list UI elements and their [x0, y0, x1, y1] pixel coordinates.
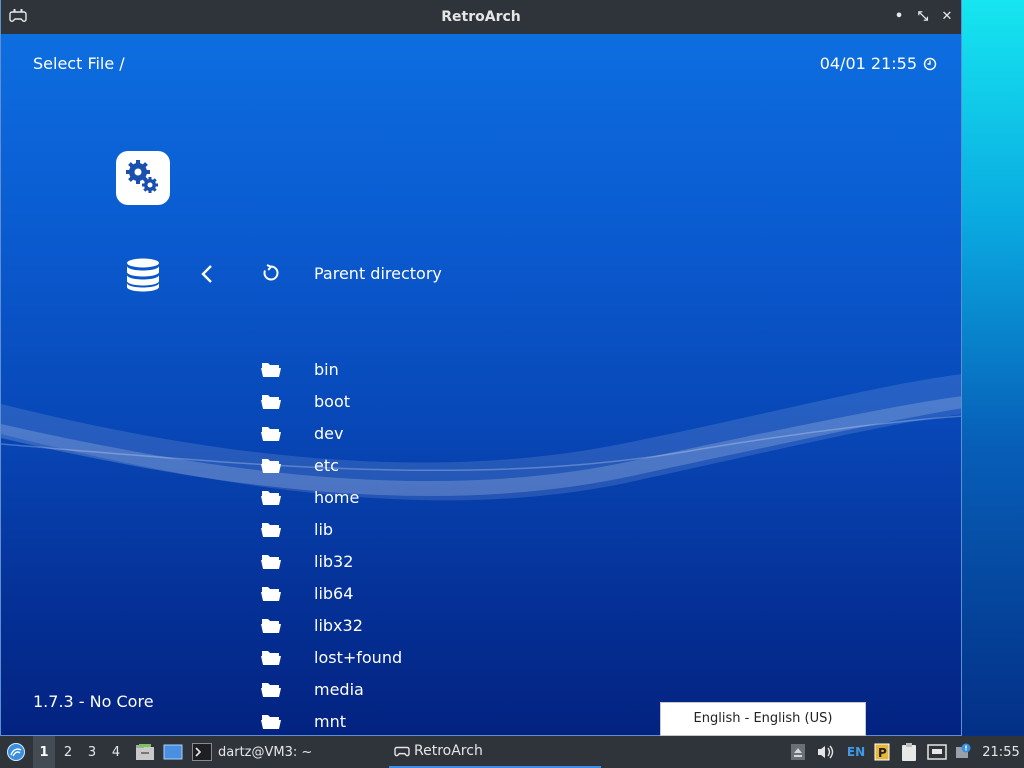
background-ribbon: [1, 374, 961, 501]
volume-icon[interactable]: [815, 742, 835, 762]
minimize-button[interactable]: •: [890, 8, 908, 26]
datetime-text: 04/01 21:55: [819, 54, 917, 73]
folder-item[interactable]: libx32: [259, 611, 363, 639]
folder-label: lost+found: [314, 647, 403, 667]
version-label: 1.7.3 - No Core: [33, 692, 154, 711]
folder-item[interactable]: dev: [259, 419, 343, 447]
parent-directory-item[interactable]: Parent directory: [259, 259, 442, 287]
folder-item[interactable]: lib32: [259, 547, 353, 575]
folder-label: lib32: [314, 551, 354, 571]
parent-directory-label: Parent directory: [314, 263, 442, 283]
file-manager-icon: [136, 744, 154, 760]
svg-text:P: P: [878, 746, 887, 760]
folder-icon: [259, 519, 283, 539]
folder-item[interactable]: etc: [259, 451, 339, 479]
window-titlebar[interactable]: RetroArch • ⤡ ✕: [1, 0, 961, 34]
folder-icon: [259, 391, 283, 411]
language-tooltip: English - English (US): [660, 702, 866, 736]
folder-item[interactable]: lost+found: [259, 643, 402, 671]
network-icon[interactable]: [927, 742, 947, 762]
workspace-3[interactable]: 3: [81, 736, 103, 768]
settings-tab[interactable]: [116, 151, 170, 205]
folder-icon: [259, 455, 283, 475]
folder-icon: [259, 359, 283, 379]
folder-item[interactable]: lib64: [259, 579, 353, 607]
folder-item[interactable]: media: [259, 675, 364, 703]
taskbar-retroarch[interactable]: RetroArch: [389, 736, 601, 768]
folder-item[interactable]: lib: [259, 515, 333, 543]
file-manager-launcher[interactable]: [134, 736, 156, 768]
gamepad-icon: [394, 746, 410, 757]
folder-label: dev: [314, 423, 344, 443]
desktop-background: [962, 0, 1024, 738]
database-icon[interactable]: [125, 258, 161, 292]
folder-icon: [259, 679, 283, 699]
folder-item[interactable]: mnt: [259, 707, 346, 735]
folder-label: boot: [314, 391, 351, 411]
keyboard-layout[interactable]: EN: [845, 742, 867, 762]
folder-label: etc: [314, 455, 339, 475]
folder-icon: [259, 711, 283, 731]
folder-label: mnt: [314, 711, 346, 731]
parcellite-icon[interactable]: P: [872, 742, 892, 762]
retroarch-menu: Select File / 04/01 21:55 Parent directo…: [1, 34, 961, 735]
folder-icon: [259, 615, 283, 635]
terminal-icon: [192, 743, 212, 761]
folder-icon: [259, 583, 283, 603]
taskbar-clock[interactable]: 21:55: [980, 736, 1022, 768]
clock-readout: 04/01 21:55: [820, 54, 937, 73]
folder-label: bin: [314, 359, 339, 379]
folder-label: lib64: [314, 583, 354, 603]
workspace-4[interactable]: 4: [105, 736, 127, 768]
restore-button[interactable]: ⤡: [914, 8, 932, 26]
folder-icon: [259, 551, 283, 571]
refresh-icon: [263, 264, 279, 281]
workspace-2[interactable]: 2: [57, 736, 79, 768]
chevron-left-icon[interactable]: [199, 263, 215, 285]
terminal-label: dartz@VM3: ~: [218, 744, 313, 760]
folder-label: libx32: [314, 615, 363, 635]
eject-icon[interactable]: [788, 742, 808, 762]
folder-icon: [259, 647, 283, 667]
retroarch-task-label: RetroArch: [414, 743, 483, 759]
clock-icon: [923, 57, 937, 70]
taskbar: 1 2 3 4 dartz@VM3: ~ RetroArch EN P 21:5…: [0, 736, 1024, 768]
folder-item[interactable]: home: [259, 483, 359, 511]
retroarch-window: RetroArch • ⤡ ✕ Select File / 04/01 21:5…: [0, 0, 962, 736]
close-button[interactable]: ✕: [938, 8, 956, 26]
folder-label: home: [314, 487, 360, 507]
clipboard-icon[interactable]: [899, 742, 919, 762]
folder-label: lib: [314, 519, 334, 539]
workspace-1[interactable]: 1: [33, 736, 55, 768]
folder-icon: [259, 423, 283, 443]
folder-item[interactable]: boot: [259, 387, 350, 415]
update-notifier-icon[interactable]: [953, 742, 973, 762]
folder-label: media: [314, 679, 364, 699]
window-title: RetroArch: [441, 9, 521, 25]
gears-icon: [126, 160, 158, 193]
show-desktop-button[interactable]: [161, 736, 185, 768]
taskbar-terminal[interactable]: dartz@VM3: ~: [192, 736, 378, 768]
start-menu-button[interactable]: [4, 736, 28, 768]
desktop-icon: [163, 744, 183, 760]
breadcrumb: Select File /: [33, 54, 125, 73]
folder-icon: [259, 487, 283, 507]
lubuntu-logo-icon: [7, 743, 25, 761]
folder-item[interactable]: bin: [259, 355, 339, 383]
